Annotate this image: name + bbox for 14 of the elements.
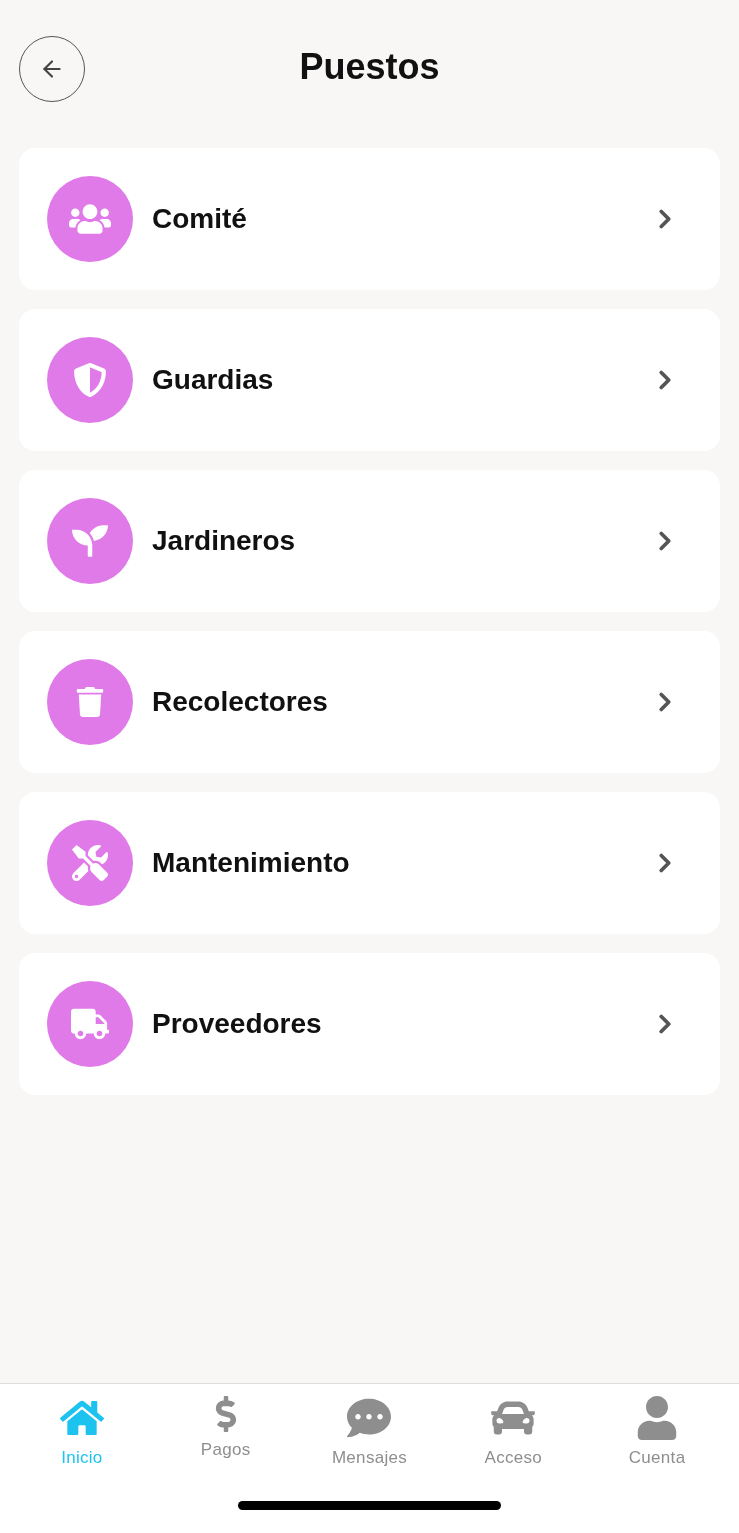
category-card[interactable]: Recolectores	[19, 631, 720, 773]
category-label: Guardias	[152, 364, 275, 396]
chat-icon	[347, 1396, 392, 1440]
category-label: Mantenimiento	[152, 847, 351, 879]
category-label: Jardineros	[152, 525, 297, 557]
page-title: Puestos	[299, 46, 440, 88]
category-label: Proveedores	[152, 1008, 323, 1040]
category-card[interactable]: Jardineros	[19, 470, 720, 612]
category-card[interactable]: Mantenimiento	[19, 792, 720, 934]
category-label: Comité	[152, 203, 248, 235]
category-card[interactable]: Proveedores	[19, 953, 720, 1095]
category-card[interactable]: Comité	[19, 148, 720, 290]
category-label: Recolectores	[152, 686, 329, 718]
category-card[interactable]: Guardias	[19, 309, 720, 451]
